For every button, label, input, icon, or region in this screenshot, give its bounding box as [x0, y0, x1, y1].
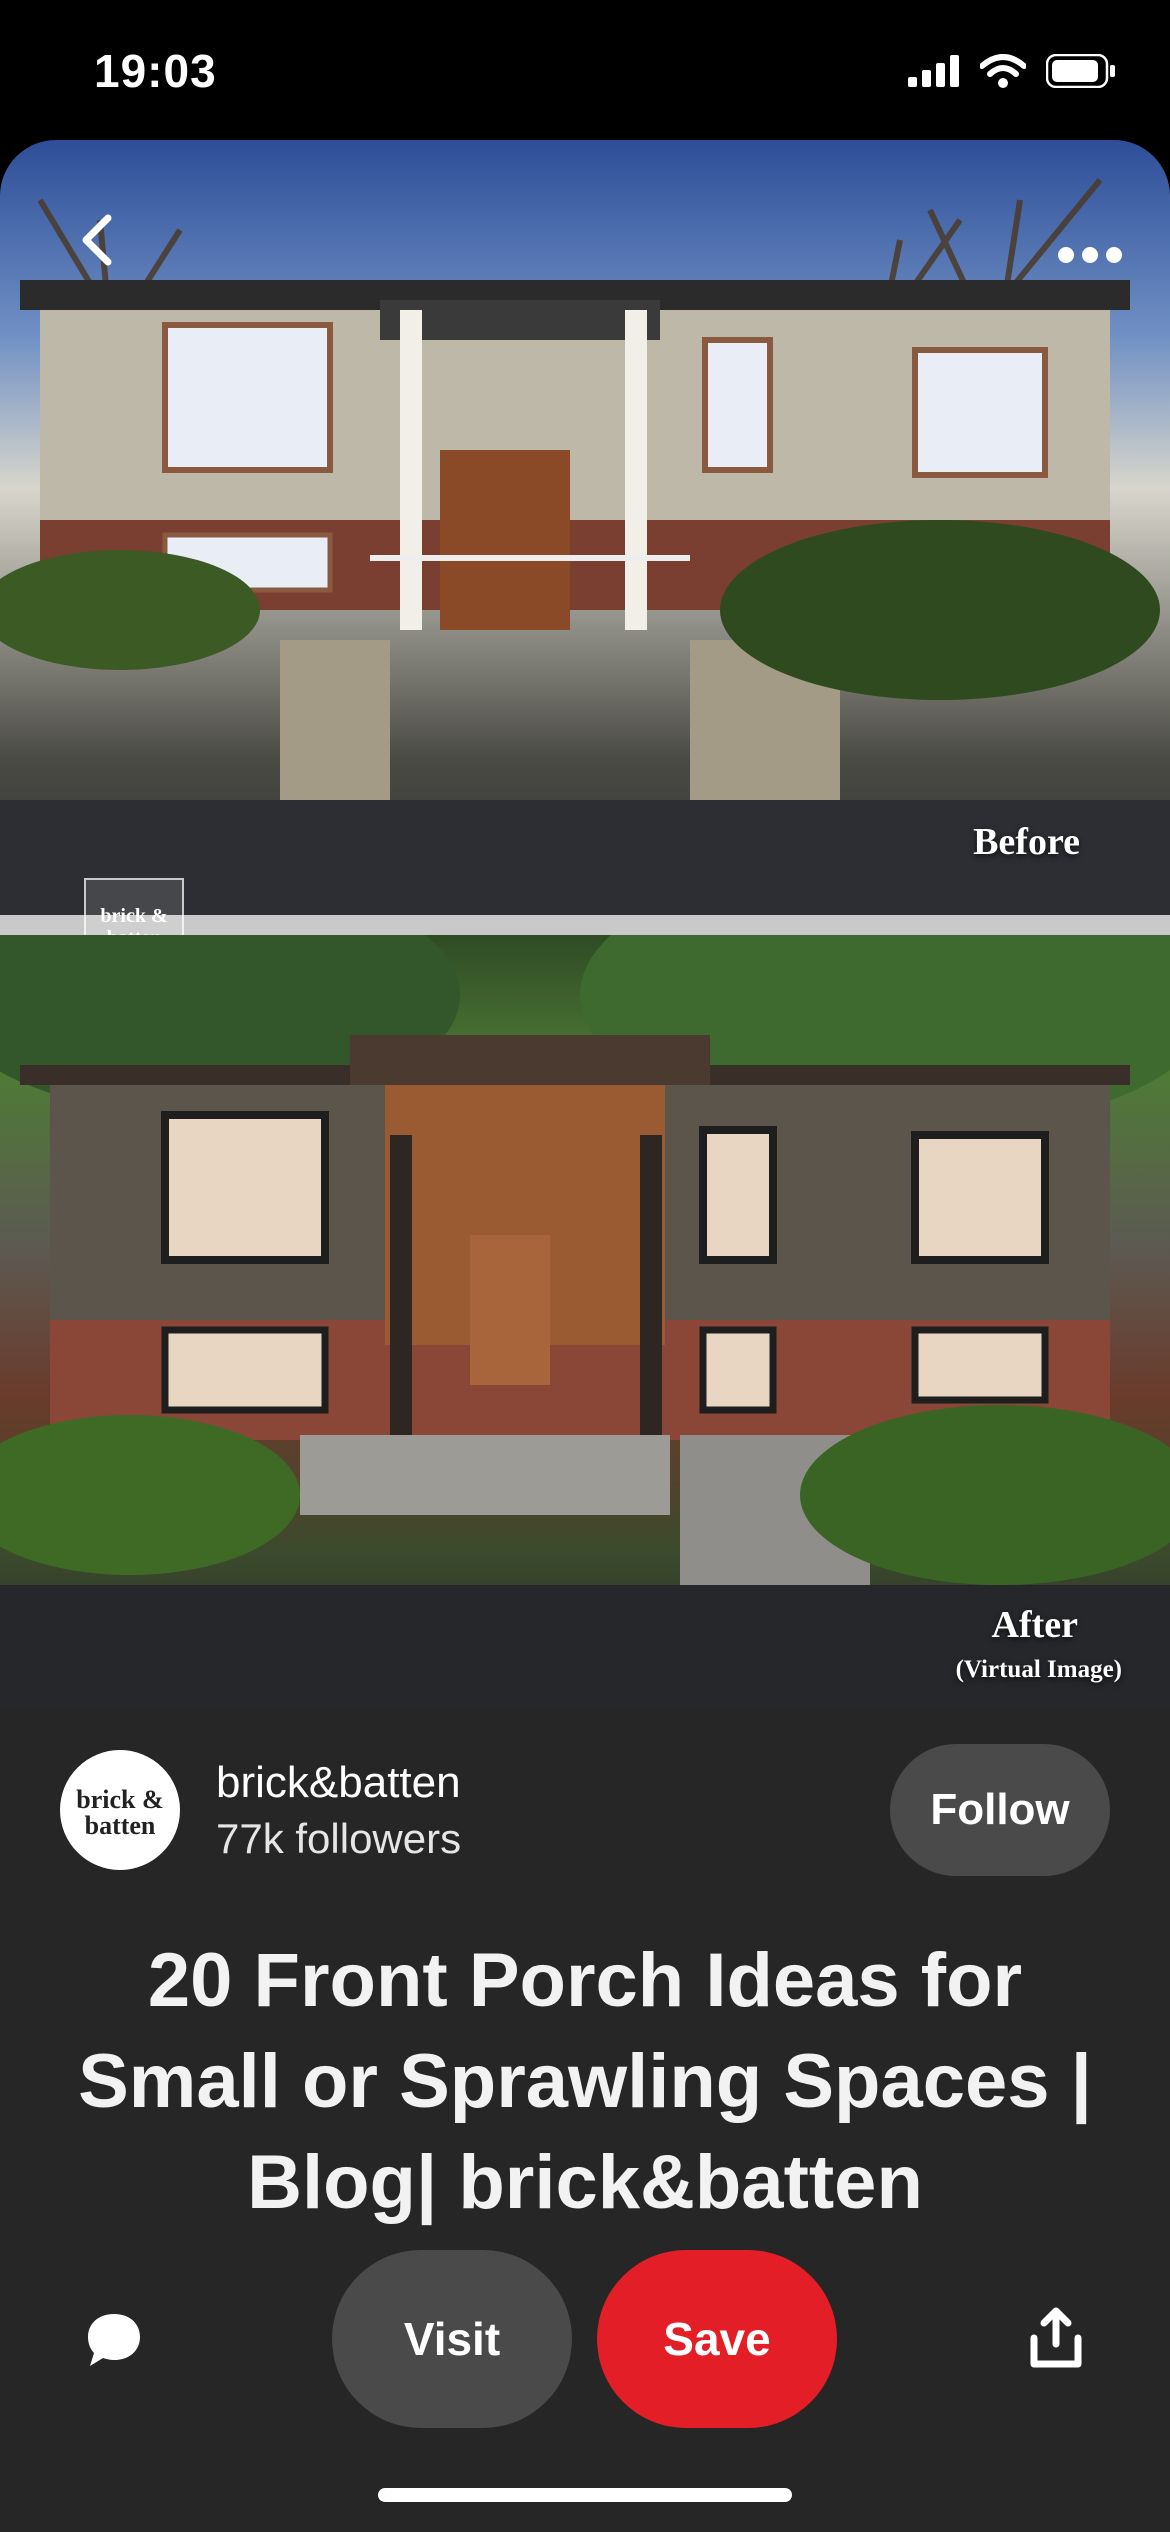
after-sublabel: (Virtual Image) — [955, 1656, 1122, 1683]
after-label: After — [991, 1604, 1078, 1646]
comment-button[interactable] — [84, 2310, 144, 2370]
wifi-icon — [980, 54, 1026, 88]
pin-image[interactable]: Before brick & batten — [0, 140, 1170, 1708]
more-options-button[interactable] — [1050, 240, 1130, 270]
svg-text:batten: batten — [85, 1811, 156, 1840]
brick-batten-logo: brick & batten — [76, 1785, 163, 1840]
more-icon — [1058, 247, 1122, 263]
battery-icon — [1046, 54, 1115, 88]
creator-avatar[interactable]: brick & batten — [60, 1750, 180, 1870]
status-icons — [908, 54, 1116, 88]
back-button[interactable] — [70, 210, 130, 270]
share-button[interactable] — [1026, 2306, 1086, 2370]
back-icon — [82, 214, 112, 266]
after-photo: After (Virtual Image) — [0, 935, 1170, 1708]
svg-text:brick &: brick & — [76, 1785, 163, 1814]
follow-button[interactable]: Follow — [890, 1744, 1110, 1876]
comment-icon — [88, 2314, 140, 2366]
status-bar: 19:03 — [0, 0, 1170, 140]
before-house-illustration — [0, 178, 1170, 915]
share-icon — [1030, 2307, 1082, 2368]
before-label: Before — [973, 821, 1080, 863]
svg-text:brick &: brick & — [100, 905, 167, 927]
signal-icon — [908, 55, 959, 87]
pin-title: 20 Front Porch Ideas for Small or Sprawl… — [78, 1938, 1092, 2225]
save-button[interactable]: Save — [597, 2250, 837, 2428]
home-indicator — [378, 2488, 792, 2502]
follower-count: 77k followers — [216, 1815, 462, 1862]
visit-button[interactable]: Visit — [332, 2250, 572, 2428]
creator-name[interactable]: brick&batten — [216, 1758, 461, 1808]
after-house-illustration — [0, 935, 1170, 1708]
before-photo: Before — [0, 140, 1170, 915]
status-time: 19:03 — [94, 45, 217, 97]
